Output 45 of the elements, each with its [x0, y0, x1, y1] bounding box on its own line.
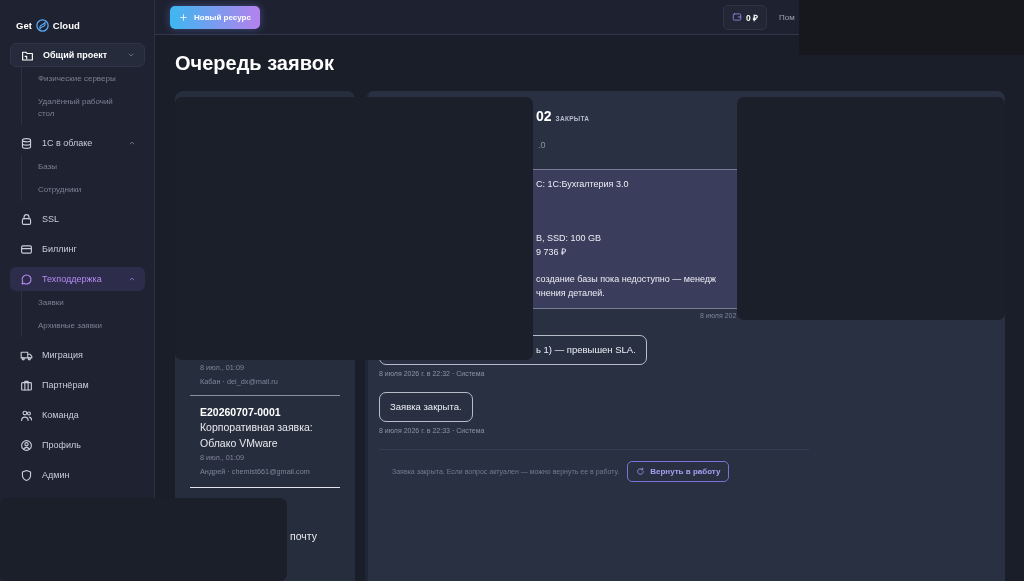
sidebar-item[interactable]: Партнёрам [10, 373, 145, 397]
ticket-number: 02 [536, 108, 552, 124]
sidebar-subitem[interactable]: Базы [38, 155, 126, 178]
sidebar-subitem[interactable]: Физические серверы [38, 67, 126, 90]
message-line: чнения деталей. [536, 286, 606, 300]
lock-icon [20, 212, 33, 226]
sidebar-item[interactable]: Техподдержка [10, 267, 145, 291]
credit-card-icon [20, 242, 33, 256]
sidebar-subitem[interactable]: Заявки [38, 291, 126, 314]
ticket-title: почту [290, 529, 318, 544]
sidebar-item[interactable]: Команда [10, 403, 145, 427]
message-line: создание базы пока недоступно — менедж [536, 273, 717, 287]
balance-button[interactable]: 0 ₽ [722, 4, 767, 30]
sidebar-subitem[interactable]: Архивные заявки [38, 314, 126, 337]
briefcase-icon [20, 378, 33, 392]
plus-icon [179, 12, 188, 22]
refresh-icon [636, 467, 646, 476]
sidebar-subitem[interactable]: Сотрудники [38, 178, 126, 201]
ticket-subtitle: .0 [537, 139, 547, 152]
sidebar-item[interactable]: SSL [10, 207, 145, 231]
sidebar-subitem[interactable]: Удалённый рабочий стол [38, 90, 126, 125]
shield-icon [20, 468, 33, 482]
sidebar-item[interactable]: Админ [10, 463, 145, 487]
users-icon [20, 408, 33, 422]
logo-text: Cloud [52, 19, 80, 31]
message-line: 9 736 ₽ [536, 246, 568, 259]
logo-icon [34, 17, 50, 33]
message-line: С: 1С:Бухгалтерия 3.0 [536, 178, 630, 191]
sidebar-item[interactable]: 1С в облаке [10, 131, 145, 155]
sidebar-item[interactable]: Общий проект [10, 43, 145, 67]
ticket-id: E20260707-0001 [200, 405, 282, 419]
ticket-title: Корпоративная заявка: Облако VMware [200, 420, 314, 451]
reopen-button[interactable]: Вернуть в работу [627, 461, 730, 482]
help-link[interactable]: Пом [779, 12, 800, 22]
page-title: Очередь заявок [175, 51, 335, 75]
user-circle-icon [20, 438, 33, 452]
sidebar-item[interactable]: Биллинг [10, 237, 145, 261]
chat-icon [20, 272, 33, 286]
sidebar-item[interactable]: Миграция [10, 343, 145, 367]
logo-text: Get [16, 19, 32, 31]
wallet-icon [731, 12, 742, 22]
database-icon [20, 136, 33, 150]
message-bubble: Заявка закрыта. [379, 392, 473, 422]
sidebar-item[interactable]: Профиль [10, 433, 145, 457]
message-line: B, SSD: 100 GB [536, 232, 603, 246]
